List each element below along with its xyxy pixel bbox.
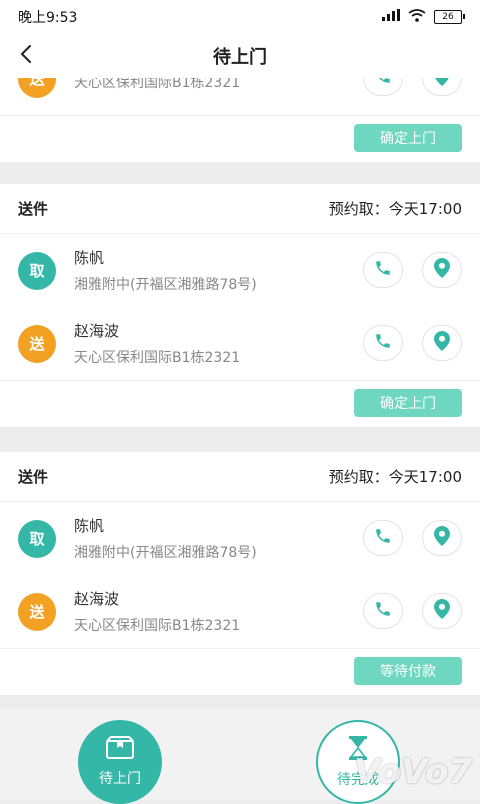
deliver-badge: 送: [18, 592, 56, 631]
location-button[interactable]: [422, 252, 462, 288]
wifi-icon: [408, 8, 426, 26]
status-icons: 26: [382, 8, 465, 26]
tab-label: 待完成: [337, 772, 379, 788]
tab-pending-complete[interactable]: 待完成: [316, 720, 400, 804]
call-button[interactable]: [363, 78, 403, 96]
location-button[interactable]: [422, 325, 462, 361]
chevron-left-icon: [20, 44, 32, 68]
contact-address: 湘雅附中(开福区湘雅路78号): [74, 545, 257, 561]
card-footer: 等待付款: [0, 648, 480, 695]
order-card: 送件 预约取：今天17:00 取 陈帆 湘雅附中(开福区湘雅路78号) 送 赵海…: [0, 452, 480, 695]
card-footer: 确定上门: [0, 380, 480, 427]
call-button[interactable]: [363, 593, 403, 629]
phone-icon: [374, 527, 392, 549]
hourglass-icon: [347, 735, 369, 765]
battery-icon: 26: [434, 10, 465, 24]
tab-pending-visit[interactable]: 待上门: [78, 720, 162, 804]
contact-address: 天心区保利国际B1栋2321: [74, 78, 241, 91]
order-type: 送件: [18, 200, 49, 218]
card-header: 送件 预约取：今天17:00: [0, 184, 480, 234]
phone-icon: [374, 600, 392, 622]
call-button[interactable]: [363, 520, 403, 556]
status-bar: 晚上9:53 26: [0, 0, 480, 34]
order-row-deliver: 送 赵海波 天心区保利国际B1栋2321: [0, 307, 480, 380]
card-header: 送件 预约取：今天17:00: [0, 452, 480, 502]
tab-label: 待上门: [99, 771, 141, 787]
pickup-badge: 取: [18, 519, 56, 558]
location-pin-icon: [434, 258, 450, 282]
appointment-time: 预约取：今天17:00: [328, 468, 462, 486]
order-row-deliver: 送 赵海波 天心区保利国际B1栋2321: [0, 575, 480, 648]
location-pin-icon: [434, 526, 450, 550]
phone-icon: [374, 332, 392, 354]
contact-name: 陈帆: [74, 249, 105, 267]
deliver-badge: 送: [18, 324, 56, 363]
contact-name: 陈帆: [74, 517, 105, 535]
package-icon: [105, 736, 135, 764]
contact-name: 赵海波: [74, 590, 120, 608]
card-footer: 确定上门: [0, 115, 480, 162]
page-title: 待上门: [213, 47, 267, 68]
phone-icon: [374, 78, 392, 89]
nav-bar: 待上门: [0, 34, 480, 79]
contact-address: 天心区保利国际B1栋2321: [74, 350, 241, 366]
status-time: 晚上9:53: [18, 10, 78, 26]
order-card: 送件 预约取：今天17:00 取 陈帆 湘雅附中(开福区湘雅路78号) 送 赵海…: [0, 184, 480, 427]
confirm-visit-button[interactable]: 确定上门: [354, 124, 462, 152]
confirm-visit-button[interactable]: 确定上门: [354, 389, 462, 417]
contact-address: 湘雅附中(开福区湘雅路78号): [74, 277, 257, 293]
bottom-tab-bar: 待上门 待完成: [0, 708, 480, 804]
order-row-pickup: 取 陈帆 湘雅附中(开福区湘雅路78号): [0, 234, 480, 307]
order-row-pickup: 取 陈帆 湘雅附中(开福区湘雅路78号): [0, 502, 480, 575]
order-card: 送 天心区保利国际B1栋2321 确定上门: [0, 78, 480, 162]
call-button[interactable]: [363, 325, 403, 361]
location-button[interactable]: [422, 520, 462, 556]
location-button[interactable]: [422, 593, 462, 629]
appointment-time: 预约取：今天17:00: [328, 200, 462, 218]
signal-icon: [382, 9, 400, 25]
contact-address: 天心区保利国际B1栋2321: [74, 618, 241, 634]
location-pin-icon: [434, 78, 450, 90]
location-button[interactable]: [422, 78, 462, 96]
pickup-badge: 取: [18, 251, 56, 290]
deliver-badge: 送: [18, 78, 56, 98]
await-payment-button[interactable]: 等待付款: [354, 657, 462, 685]
contact-name: 赵海波: [74, 322, 120, 340]
order-list[interactable]: 送 天心区保利国际B1栋2321 确定上门 送件 预约取：今天17:00 取 陈…: [0, 78, 480, 708]
phone-icon: [374, 259, 392, 281]
location-pin-icon: [434, 599, 450, 623]
order-row-deliver: 送 天心区保利国际B1栋2321: [0, 78, 480, 115]
back-button[interactable]: [8, 34, 44, 78]
call-button[interactable]: [363, 252, 403, 288]
order-type: 送件: [18, 468, 49, 486]
location-pin-icon: [434, 331, 450, 355]
